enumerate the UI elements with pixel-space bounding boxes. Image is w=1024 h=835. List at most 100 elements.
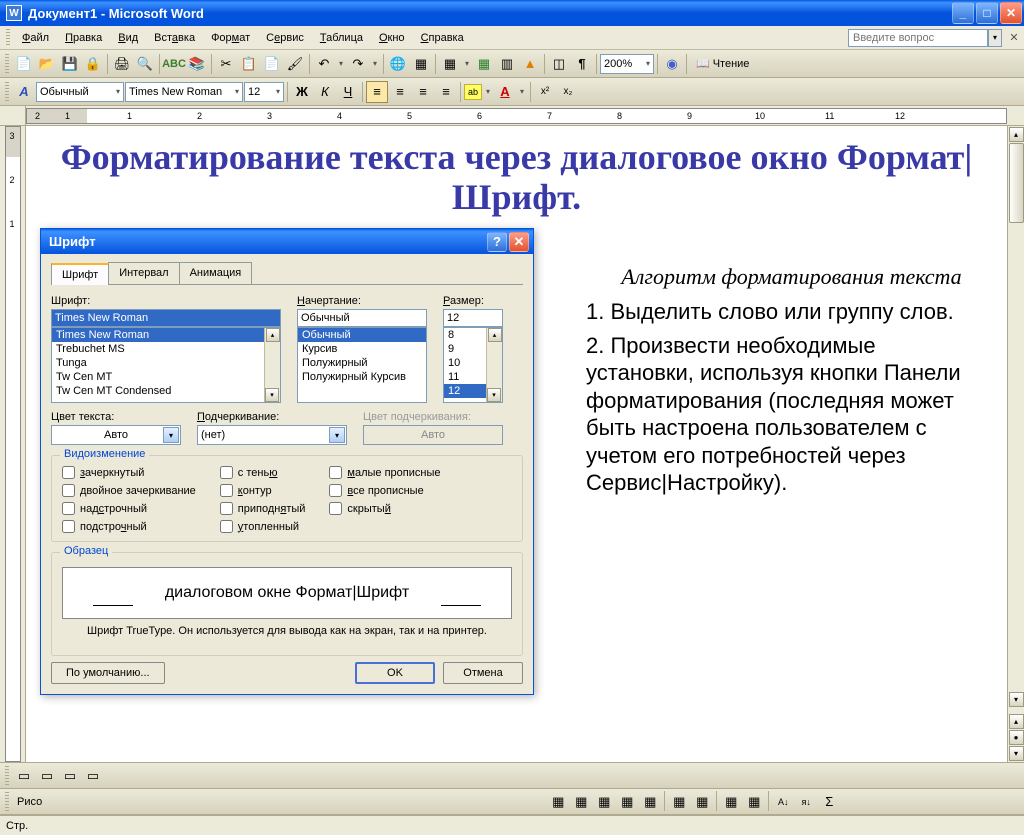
zoom-combo[interactable]: 200%▾ <box>600 54 654 74</box>
horizontal-ruler[interactable]: 2 1 1 2 3 4 5 6 7 8 9 10 11 12 <box>26 108 1007 124</box>
cancel-button[interactable]: Отмена <box>443 662 523 684</box>
align-right-button[interactable]: ≡ <box>412 81 434 103</box>
underline-button[interactable]: Ч <box>337 81 359 103</box>
grip-icon[interactable] <box>5 766 9 786</box>
tab-font[interactable]: Шрифт <box>51 263 109 285</box>
check-allcaps[interactable]: все прописные <box>329 484 440 497</box>
tab-animation[interactable]: Анимация <box>179 262 253 284</box>
list-item[interactable]: Обычный <box>298 328 426 342</box>
dialog-help-icon[interactable]: ? <box>487 232 507 252</box>
list-item[interactable]: Полужирный Курсив <box>298 370 426 384</box>
save-button[interactable]: 💾 <box>59 53 81 75</box>
grip-icon[interactable] <box>6 29 10 47</box>
size-input[interactable] <box>443 309 503 327</box>
table-dropdown-icon[interactable]: ▾ <box>462 53 472 75</box>
menu-help[interactable]: Справка <box>413 29 472 47</box>
tbl-sortasc-button[interactable]: A↓ <box>772 791 794 813</box>
scroll-thumb[interactable] <box>1009 143 1024 223</box>
help-button[interactable]: ◉ <box>661 53 683 75</box>
dialog-close-icon[interactable]: ✕ <box>509 232 529 252</box>
font-input[interactable] <box>51 309 281 327</box>
check-subscript[interactable]: подстрочный <box>62 520 196 533</box>
excel-button[interactable]: ▦ <box>473 53 495 75</box>
paste-button[interactable]: 📄 <box>261 53 283 75</box>
align-left-button[interactable]: ≡ <box>366 81 388 103</box>
styles-pane-button[interactable]: A <box>13 81 35 103</box>
align-center-button[interactable]: ≡ <box>389 81 411 103</box>
vertical-scrollbar[interactable]: ▴ ▾ ▴ ● ▾ <box>1007 126 1024 762</box>
menubar-close-icon[interactable]: ✕ <box>1006 30 1022 46</box>
titlebar[interactable]: W Документ1 - Microsoft Word _ □ ✕ <box>0 0 1024 26</box>
style-combo[interactable]: Обычный▾ <box>36 82 124 102</box>
format-painter-button[interactable]: 🖌 <box>284 53 306 75</box>
tbl-draw-button[interactable]: ▦ <box>547 791 569 813</box>
minimize-button[interactable]: _ <box>952 2 974 24</box>
tbl-align-button[interactable]: ▦ <box>668 791 690 813</box>
close-button[interactable]: ✕ <box>1000 2 1022 24</box>
check-outline[interactable]: контур <box>220 484 306 497</box>
list-item[interactable]: Tw Cen MT <box>52 370 280 384</box>
menu-window[interactable]: Окно <box>371 29 413 47</box>
tbl-split-button[interactable]: ▦ <box>639 791 661 813</box>
vertical-ruler[interactable]: 3 2 1 <box>0 126 26 762</box>
font-combo[interactable]: Times New Roman▾ <box>125 82 243 102</box>
style-listbox[interactable]: Обычный Курсив Полужирный Полужирный Кур… <box>297 327 427 403</box>
columns-button[interactable]: ▥ <box>496 53 518 75</box>
cut-button[interactable]: ✂ <box>215 53 237 75</box>
menu-view[interactable]: Вид <box>110 29 146 47</box>
underline-dropdown[interactable]: (нет)▾ <box>197 425 347 445</box>
tab-spacing[interactable]: Интервал <box>108 262 179 284</box>
menu-edit[interactable]: Правка <box>57 29 110 47</box>
tbl-merge-button[interactable]: ▦ <box>616 791 638 813</box>
insert-table-button[interactable]: ▦ <box>439 53 461 75</box>
chevron-down-icon[interactable]: ▾ <box>163 427 179 443</box>
tbl-direction-button[interactable]: ▦ <box>743 791 765 813</box>
scroll-down-icon[interactable]: ▾ <box>487 388 501 402</box>
fontsize-combo[interactable]: 12▾ <box>244 82 284 102</box>
tables-borders-button[interactable]: ▦ <box>410 53 432 75</box>
tbl-erase-button[interactable]: ▦ <box>570 791 592 813</box>
reading-layout-button[interactable]: 📖 Чтение <box>690 53 755 75</box>
subscript-button[interactable]: x₂ <box>557 81 579 103</box>
font-listbox[interactable]: Times New Roman Trebuchet MS Tunga Tw Ce… <box>51 327 281 403</box>
grip-icon[interactable] <box>5 54 9 74</box>
showmarks-button[interactable]: ¶ <box>571 53 593 75</box>
next-page-icon[interactable]: ▾ <box>1009 746 1024 761</box>
print-preview-button[interactable]: 🔍 <box>134 53 156 75</box>
check-engrave[interactable]: утопленный <box>220 520 306 533</box>
check-shadow[interactable]: с тенью <box>220 466 306 479</box>
permissions-button[interactable]: 🔒 <box>82 53 104 75</box>
browse-object-icon[interactable]: ● <box>1009 730 1024 745</box>
scroll-up-icon[interactable]: ▴ <box>266 328 280 342</box>
copy-button[interactable]: 📋 <box>238 53 260 75</box>
new-doc-button[interactable]: 📄 <box>13 53 35 75</box>
scroll-up-icon[interactable]: ▴ <box>1009 127 1024 142</box>
drawing-button[interactable]: ▲ <box>519 53 541 75</box>
check-emboss[interactable]: приподнятый <box>220 502 306 515</box>
maximize-button[interactable]: □ <box>976 2 998 24</box>
fontcolor-dropdown[interactable]: Авто▾ <box>51 425 181 445</box>
highlight-dropdown-icon[interactable]: ▾ <box>483 81 493 103</box>
italic-button[interactable]: К <box>314 81 336 103</box>
scroll-down-icon[interactable]: ▾ <box>1009 692 1024 707</box>
menu-format[interactable]: Формат <box>203 29 258 47</box>
tbl-sum-button[interactable]: Σ <box>818 791 840 813</box>
redo-dropdown-icon[interactable]: ▾ <box>370 53 380 75</box>
check-smallcaps[interactable]: малые прописные <box>329 466 440 479</box>
list-item[interactable]: Полужирный <box>298 356 426 370</box>
scroll-down-icon[interactable]: ▾ <box>265 388 279 402</box>
check-superscript[interactable]: надстрочный <box>62 502 196 515</box>
fontcolor-dropdown-icon[interactable]: ▾ <box>517 81 527 103</box>
menu-table[interactable]: Таблица <box>312 29 371 47</box>
size-listbox[interactable]: 8 9 10 11 12 ▴▾ <box>443 327 503 403</box>
highlight-button[interactable]: ab <box>464 84 482 100</box>
prev-page-icon[interactable]: ▴ <box>1009 714 1024 729</box>
font-color-button[interactable]: A <box>494 81 516 103</box>
menu-insert[interactable]: Вставка <box>146 29 203 47</box>
help-dropdown-icon[interactable]: ▾ <box>988 29 1002 47</box>
list-item[interactable]: Курсив <box>298 342 426 356</box>
align-justify-button[interactable]: ≡ <box>435 81 457 103</box>
tbl-sortdesc-button[interactable]: я↓ <box>795 791 817 813</box>
undo-button[interactable]: ↶ <box>313 53 335 75</box>
scroll-up-icon[interactable]: ▴ <box>488 328 502 342</box>
